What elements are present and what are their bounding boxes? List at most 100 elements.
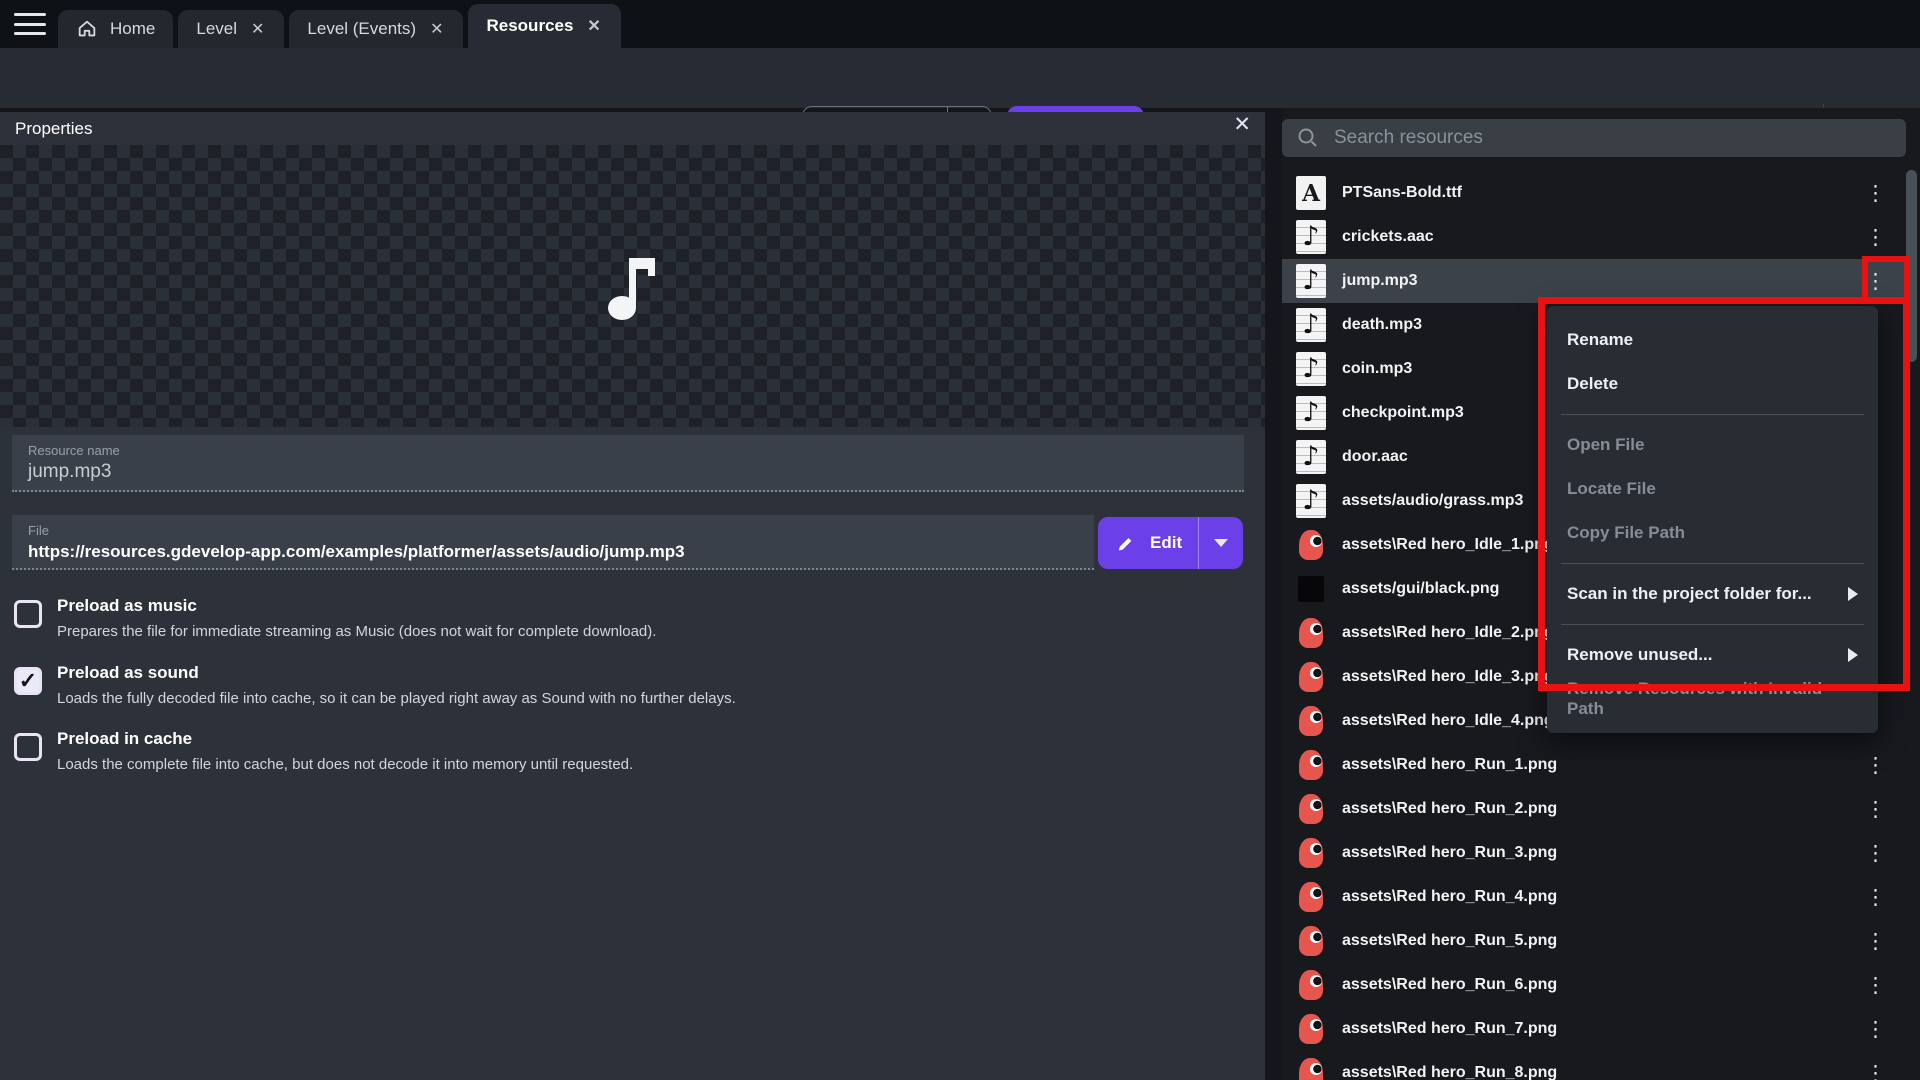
resource-row[interactable]: crickets.aac ⋮ — [1282, 215, 1908, 259]
resource-row[interactable]: assets\Red hero_Run_3.png ⋮ — [1282, 831, 1908, 875]
search-box[interactable] — [1282, 119, 1906, 157]
context-menu-item[interactable]: Open File — [1547, 423, 1878, 467]
properties-header: Properties ✕ — [0, 112, 1265, 145]
resource-row[interactable]: assets\Red hero_Run_2.png ⋮ — [1282, 787, 1908, 831]
resource-name-field[interactable]: Resource name jump.mp3 — [12, 435, 1244, 492]
edit-button[interactable]: Edit — [1098, 517, 1243, 569]
context-menu-item-label: Open File — [1567, 435, 1644, 455]
context-menu-item-label: Remove Resources with Invalid Path — [1567, 679, 1858, 719]
resource-name: assets\Red hero_Run_6.png — [1342, 976, 1557, 994]
context-menu-item[interactable]: Remove unused... — [1547, 633, 1878, 677]
context-menu-item[interactable]: Locate File — [1547, 467, 1878, 511]
kebab-menu-icon[interactable]: ⋮ — [1865, 181, 1886, 205]
context-menu-item[interactable]: Scan in the project folder for... — [1547, 572, 1878, 616]
resource-row[interactable]: assets\Red hero_Run_5.png ⋮ — [1282, 919, 1908, 963]
resource-name: assets\Red hero_Idle_2.png — [1342, 624, 1554, 642]
context-menu-item-label: Delete — [1567, 374, 1618, 394]
resource-name: assets\Red hero_Run_7.png — [1342, 1020, 1557, 1038]
resource-file-icon — [1296, 264, 1326, 298]
resource-row[interactable]: assets\Red hero_Run_1.png ⋮ — [1282, 743, 1908, 787]
tabs: Home Level ✕ Level (Events) ✕ Resources … — [58, 4, 626, 48]
context-menu-item-label: Copy File Path — [1567, 523, 1685, 543]
kebab-menu-icon[interactable]: ⋮ — [1865, 797, 1886, 821]
tab-resources[interactable]: Resources ✕ — [468, 4, 620, 48]
resource-row[interactable]: assets\Red hero_Run_4.png ⋮ — [1282, 875, 1908, 919]
kebab-menu-icon[interactable]: ⋮ — [1865, 973, 1886, 997]
music-note-icon — [605, 250, 661, 322]
preload-as-music-row: Preload as music Prepares the file for i… — [14, 596, 656, 640]
close-icon[interactable]: ✕ — [428, 19, 445, 39]
resource-file-icon — [1296, 440, 1326, 474]
panel-title: Properties — [15, 119, 92, 139]
context-menu-item[interactable] — [1561, 414, 1864, 415]
file-field[interactable]: File https://resources.gdevelop-app.com/… — [12, 515, 1094, 570]
context-menu-item-label: Locate File — [1567, 479, 1656, 499]
resource-file-icon — [1299, 618, 1323, 648]
tab-label: Home — [110, 19, 155, 39]
hamburger-menu-icon[interactable] — [14, 13, 46, 35]
context-menu-item[interactable] — [1561, 563, 1864, 564]
kebab-menu-icon[interactable]: ⋮ — [1865, 841, 1886, 865]
resource-name: assets\Red hero_Idle_3.png — [1342, 668, 1554, 686]
resource-file-icon — [1299, 882, 1323, 912]
file-url-value: https://resources.gdevelop-app.com/examp… — [28, 542, 1078, 562]
checkbox-label[interactable]: Preload as music — [57, 596, 656, 616]
resource-name-value: jump.mp3 — [28, 461, 1228, 483]
kebab-menu-icon[interactable]: ⋮ — [1865, 1017, 1886, 1041]
field-label: File — [28, 523, 1078, 538]
resource-row[interactable]: PTSans-Bold.ttf ⋮ — [1282, 171, 1908, 215]
resource-file-icon — [1299, 970, 1323, 1000]
context-menu-item-label: Remove unused... — [1567, 645, 1712, 665]
resource-row[interactable]: assets\Red hero_Run_6.png ⋮ — [1282, 963, 1908, 1007]
close-icon[interactable]: ✕ — [585, 16, 602, 36]
resource-name: assets/audio/grass.mp3 — [1342, 492, 1523, 510]
context-menu-item[interactable]: Delete — [1547, 362, 1878, 406]
checkbox-label[interactable]: Preload as sound — [57, 663, 736, 683]
resource-row[interactable]: assets\Red hero_Run_7.png ⋮ — [1282, 1007, 1908, 1051]
kebab-menu-icon[interactable]: ⋮ — [1865, 1061, 1886, 1080]
resource-file-icon — [1296, 308, 1326, 342]
resource-file-icon — [1296, 220, 1326, 254]
checkbox-checked[interactable]: ✓ — [14, 667, 42, 695]
scrollbar-thumb[interactable] — [1906, 170, 1917, 362]
kebab-menu-icon[interactable]: ⋮ — [1865, 269, 1886, 293]
submenu-arrow-icon — [1848, 587, 1858, 601]
tab-level-events[interactable]: Level (Events) ✕ — [289, 10, 463, 48]
checkbox-unchecked[interactable] — [14, 733, 42, 761]
context-menu-item-label: Rename — [1567, 330, 1633, 350]
resource-name: checkpoint.mp3 — [1342, 404, 1464, 422]
resource-name: jump.mp3 — [1342, 272, 1418, 290]
resource-row[interactable]: jump.mp3 ⋮ — [1282, 259, 1908, 303]
checkbox-label[interactable]: Preload in cache — [57, 729, 633, 749]
close-icon[interactable]: ✕ — [1233, 114, 1251, 135]
context-menu-item[interactable] — [1561, 624, 1864, 625]
checkbox-description: Prepares the file for immediate streamin… — [57, 623, 656, 640]
context-menu-item[interactable]: Rename — [1547, 318, 1878, 362]
resource-name: assets\Red hero_Idle_1.png — [1342, 536, 1554, 554]
resource-preview-area — [0, 145, 1265, 427]
search-input[interactable] — [1334, 127, 1906, 149]
chevron-down-icon — [1214, 539, 1228, 547]
resource-row[interactable]: assets\Red hero_Run_8.png ⋮ — [1282, 1051, 1908, 1080]
resource-file-icon — [1296, 484, 1326, 518]
kebab-menu-icon[interactable]: ⋮ — [1865, 225, 1886, 249]
resource-file-icon — [1296, 352, 1326, 386]
resource-name: assets\Red hero_Run_2.png — [1342, 800, 1557, 818]
tab-bar: Home Level ✕ Level (Events) ✕ Resources … — [0, 0, 1920, 48]
resource-file-icon — [1299, 750, 1323, 780]
tab-label: Resources — [486, 16, 573, 36]
kebab-menu-icon[interactable]: ⋮ — [1865, 885, 1886, 909]
kebab-menu-icon[interactable]: ⋮ — [1865, 753, 1886, 777]
context-menu-item[interactable]: Remove Resources with Invalid Path — [1547, 677, 1878, 721]
checkbox-unchecked[interactable] — [14, 600, 42, 628]
tab-home[interactable]: Home — [58, 10, 173, 48]
kebab-menu-icon[interactable]: ⋮ — [1865, 929, 1886, 953]
close-icon[interactable]: ✕ — [249, 19, 266, 39]
preload-as-sound-row: ✓ Preload as sound Loads the fully decod… — [14, 663, 736, 707]
edit-dropdown-button[interactable] — [1199, 539, 1243, 547]
resource-file-icon — [1299, 662, 1323, 692]
tab-level[interactable]: Level ✕ — [178, 10, 284, 48]
context-menu-item[interactable]: Copy File Path — [1547, 511, 1878, 555]
resource-file-icon — [1299, 1058, 1323, 1080]
checkbox-description: Loads the fully decoded file into cache,… — [57, 690, 736, 707]
